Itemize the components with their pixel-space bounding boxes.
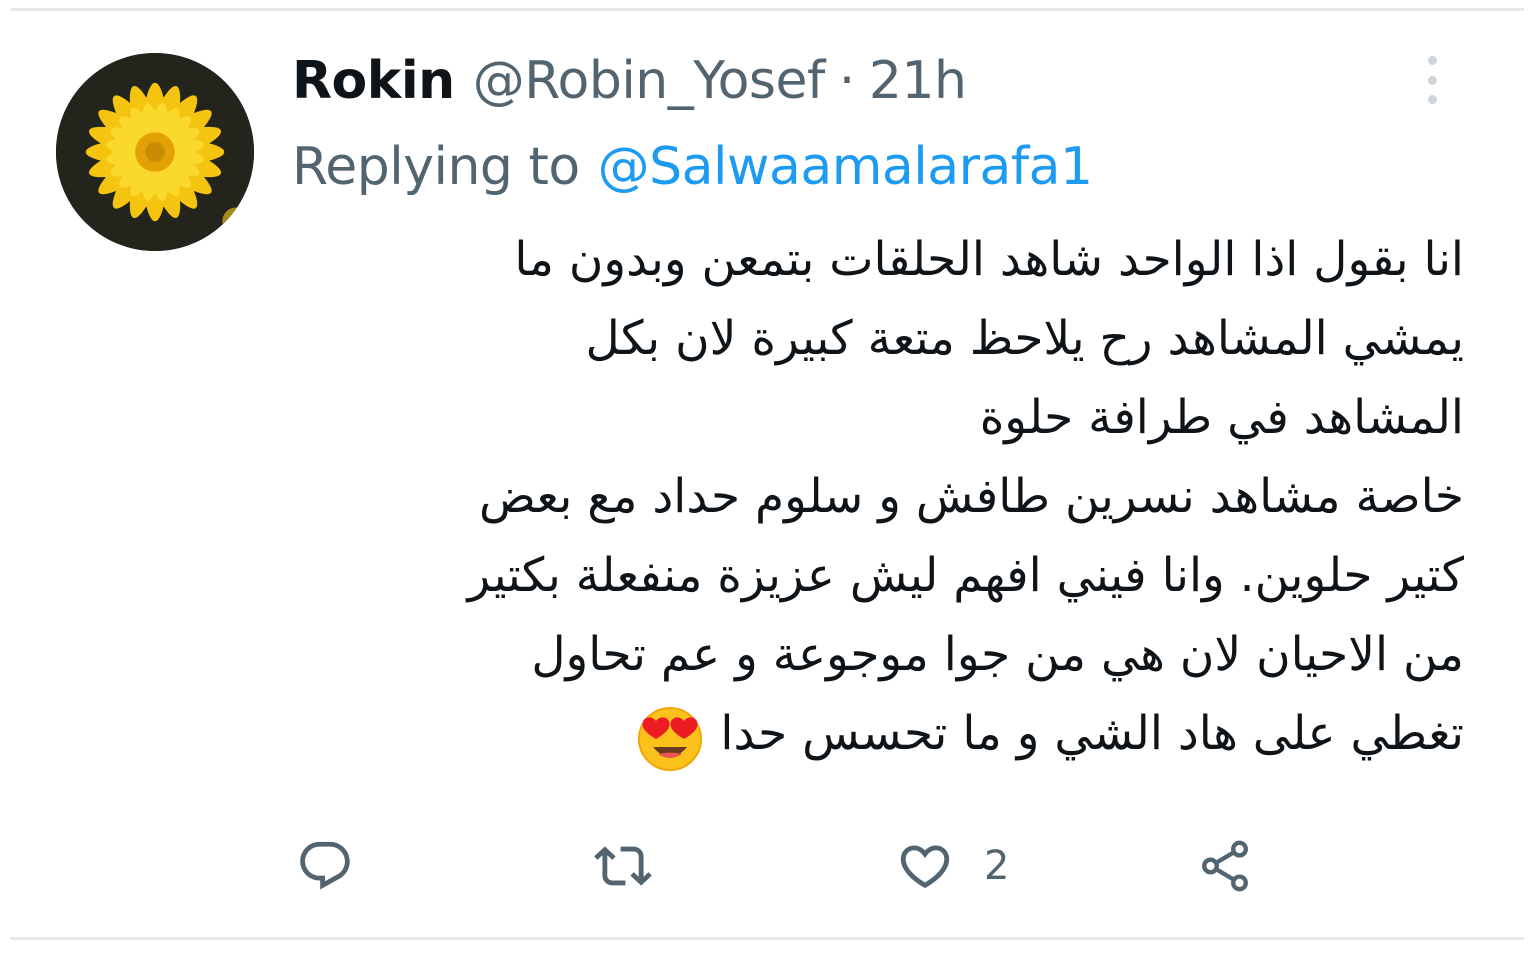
top-divider (10, 8, 1524, 11)
share-icon (1202, 840, 1248, 892)
tweet-text-line: المشاهد في طرافة حلوة (979, 390, 1464, 445)
replying-to-line: Replying to @Salwaamalarafa1 (292, 132, 1093, 202)
author-handle[interactable]: @Robin_Yosef (473, 51, 826, 111)
yellow-flower-avatar-icon (56, 53, 254, 251)
bottom-divider (10, 937, 1524, 940)
more-dot (1427, 95, 1437, 104)
more-dot (1427, 56, 1437, 65)
retweet-button[interactable] (594, 836, 652, 896)
author-name[interactable]: Rokin (292, 51, 455, 111)
tweet-text-line: تغطي على هاد الشي و ما تحسس حدا (720, 706, 1464, 761)
tweet-text-line: يمشي المشاهد رح يلاحظ متعة كبيرة لان بكل (585, 311, 1465, 366)
tweet-text-line: كتير حلوين. وانا فيني افهم ليش عزيزة منف… (467, 548, 1464, 603)
more-dot (1427, 75, 1437, 85)
tweet-text-line: انا بقول اذا الواحد شاهد الحلقات بتمعن و… (514, 232, 1464, 287)
heart-eyes-emoji-icon (634, 701, 706, 773)
header-separator: · (838, 51, 856, 111)
tweet-header: Rokin @Robin_Yosef · 21h (292, 46, 967, 116)
reply-button[interactable] (296, 836, 354, 896)
retweet-icon (594, 846, 652, 886)
avatar[interactable] (56, 53, 254, 251)
like-button[interactable]: 2 (896, 836, 1009, 896)
timestamp[interactable]: 21h (869, 51, 967, 111)
tweet-actions: 2 (0, 830, 1536, 900)
tweet-text-last-line: تغطي على هاد الشي و ما تحسس حدا (280, 694, 1464, 773)
reply-bubble-icon (300, 841, 350, 890)
share-button[interactable] (1196, 836, 1254, 896)
tweet-text-line: من الاحيان لان هي من جوا موجوعة و عم تحا… (531, 627, 1464, 682)
more-vertical-icon[interactable] (1420, 56, 1444, 104)
tweet-text-line: خاصة مشاهد نسرين طافش و سلوم حداد مع بعض (478, 469, 1464, 524)
replying-to-label: Replying to (292, 137, 580, 197)
heart-icon (900, 845, 950, 889)
replying-to-handle[interactable]: @Salwaamalarafa1 (598, 137, 1093, 197)
tweet-text: انا بقول اذا الواحد شاهد الحلقات بتمعن و… (280, 220, 1464, 773)
like-count: 2 (984, 843, 1010, 889)
